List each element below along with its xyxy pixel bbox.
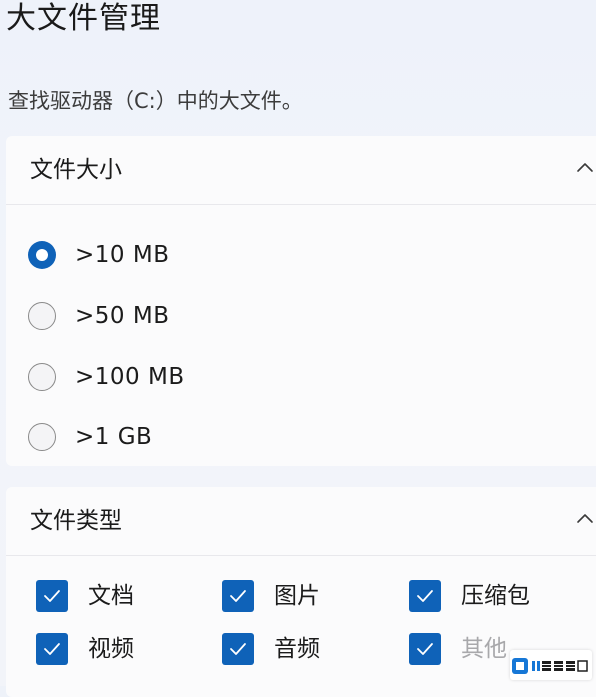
page-title: 大文件管理 <box>6 1 161 36</box>
checkbox[interactable] <box>409 580 441 612</box>
checkbox-label: 其他 <box>461 636 507 662</box>
type-option-documents[interactable]: 文档 <box>36 576 134 616</box>
file-size-header[interactable]: 文件大小 <box>6 136 596 205</box>
file-type-card: 文件类型 文档 图片 压缩包 视频 音频 其他 <box>6 487 596 697</box>
type-option-other[interactable]: 其他 <box>409 629 507 669</box>
chevron-up-icon[interactable] <box>576 160 594 174</box>
checkbox-label: 压缩包 <box>461 583 530 609</box>
checkbox-label: 图片 <box>274 583 320 609</box>
checkbox[interactable] <box>409 633 441 665</box>
page-subtitle: 查找驱动器（C:）中的大文件。 <box>8 89 303 113</box>
size-option-100mb[interactable]: >100 MB <box>28 357 185 397</box>
type-option-images[interactable]: 图片 <box>222 576 320 616</box>
checkbox[interactable] <box>222 633 254 665</box>
radio-label: >100 MB <box>75 364 185 390</box>
page: 大文件管理 查找驱动器（C:）中的大文件。 文件大小 >10 MB >50 MB… <box>0 0 596 697</box>
type-option-audio[interactable]: 音频 <box>222 629 320 669</box>
watermark-logo <box>510 650 592 680</box>
checkmark-icon <box>44 643 60 655</box>
radio-label: >50 MB <box>75 303 170 329</box>
checkbox-label: 视频 <box>88 636 134 662</box>
file-type-header[interactable]: 文件类型 <box>6 487 596 556</box>
checkbox[interactable] <box>36 580 68 612</box>
type-option-archives[interactable]: 压缩包 <box>409 576 530 616</box>
file-size-header-title: 文件大小 <box>30 157 122 183</box>
radio-button[interactable] <box>28 423 56 451</box>
radio-button[interactable] <box>28 302 56 330</box>
radio-label: >1 GB <box>75 424 153 450</box>
checkmark-icon <box>417 590 433 602</box>
file-size-card: 文件大小 >10 MB >50 MB >100 MB >1 GB <box>6 136 596 466</box>
checkbox[interactable] <box>36 633 68 665</box>
size-option-50mb[interactable]: >50 MB <box>28 296 169 336</box>
checkbox[interactable] <box>222 580 254 612</box>
radio-button[interactable] <box>28 241 56 269</box>
checkbox-label: 音频 <box>274 636 320 662</box>
checkbox-label: 文档 <box>88 583 134 609</box>
checkmark-icon <box>44 590 60 602</box>
checkmark-icon <box>230 590 246 602</box>
type-option-videos[interactable]: 视频 <box>36 629 134 669</box>
radio-label: >10 MB <box>75 242 170 268</box>
chevron-up-icon[interactable] <box>576 511 594 525</box>
checkmark-icon <box>230 643 246 655</box>
file-type-header-title: 文件类型 <box>30 508 122 534</box>
size-option-10mb[interactable]: >10 MB <box>28 235 169 275</box>
checkmark-icon <box>417 643 433 655</box>
radio-button[interactable] <box>28 363 56 391</box>
size-option-1gb[interactable]: >1 GB <box>28 417 152 457</box>
